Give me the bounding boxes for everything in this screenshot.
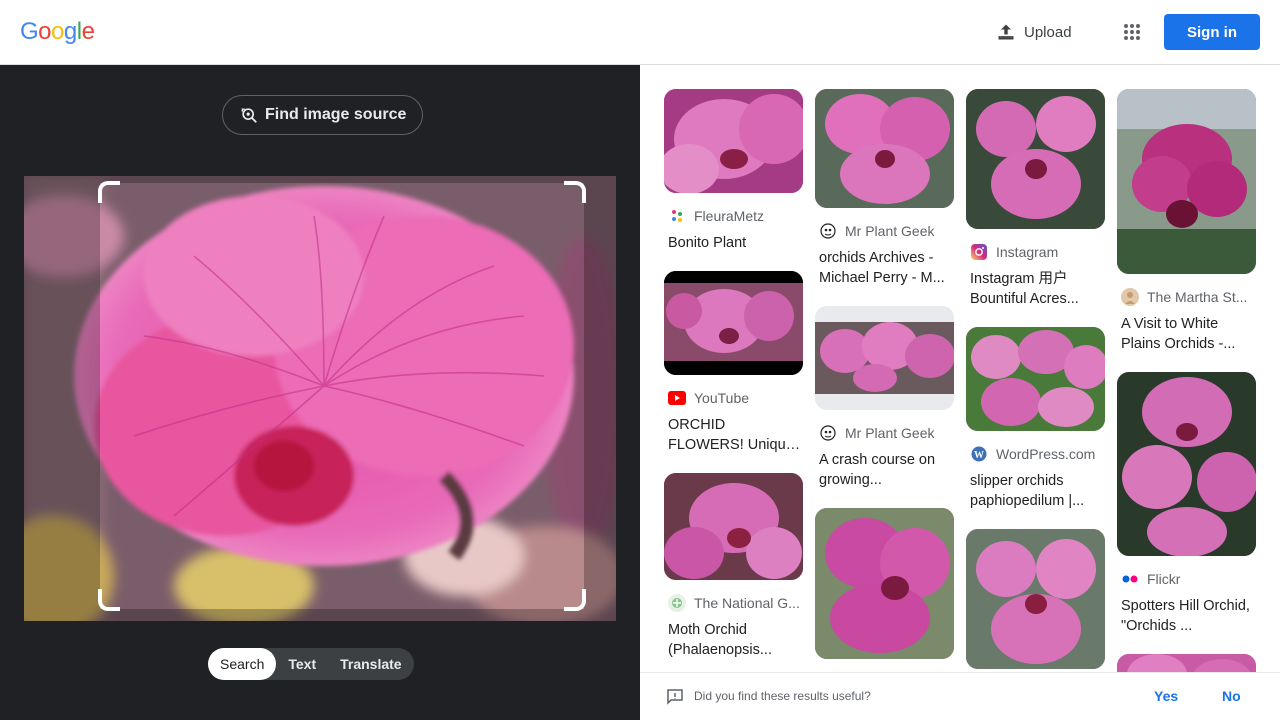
crop-handle-top-left[interactable]: [98, 181, 120, 203]
wordpress-icon: W: [970, 445, 988, 463]
result-card[interactable]: Flickr Spotters Hill Orchid, "Orchids ..…: [1117, 372, 1256, 636]
result-title: A crash course on growing...: [819, 452, 936, 488]
crop-handle-bottom-right[interactable]: [564, 589, 586, 611]
result-source: The Martha St...: [1147, 289, 1248, 305]
youtube-icon: [668, 389, 686, 407]
apps-grid-icon: [1124, 24, 1140, 40]
results-column: Instagram Instagram 用户 Bountiful Acres..…: [966, 89, 1105, 672]
tab-translate[interactable]: Translate: [328, 648, 413, 680]
results-column: FleuraMetz Bonito Plant YouTube ORCHID F…: [664, 89, 803, 672]
martha-stewart-icon: [1121, 288, 1139, 306]
results-column: Mr Plant Geek orchids Archives - Michael…: [815, 89, 954, 672]
result-card[interactable]: W WordPress.com slipper orchids paphiope…: [966, 327, 1105, 511]
top-bar: Google Upload Sign in: [0, 0, 1280, 65]
feedback-bar: Did you find these results useful? Yes N…: [640, 672, 1280, 720]
result-thumbnail: [664, 473, 803, 580]
mr-plant-geek-icon: [819, 424, 837, 442]
tab-search[interactable]: Search: [208, 648, 277, 680]
lens-search-icon: [241, 108, 257, 123]
result-title: Bonito Plant: [668, 235, 747, 251]
result-card[interactable]: [1117, 654, 1256, 672]
logo-letter: e: [81, 18, 95, 45]
national-garden-icon: [668, 594, 686, 612]
result-card[interactable]: YouTube ORCHID FLOWERS! Unique! - YouTub…: [664, 271, 803, 455]
apps-button[interactable]: [1114, 14, 1150, 50]
instagram-icon: [970, 243, 988, 261]
result-title: Instagram 用户 Bountiful Acres...: [970, 271, 1079, 307]
result-card[interactable]: [815, 508, 954, 659]
result-thumbnail: [815, 89, 954, 208]
crop-selection[interactable]: [98, 181, 586, 611]
flickr-icon: [1121, 570, 1139, 588]
feedback-no-button[interactable]: No: [1222, 688, 1241, 704]
result-card[interactable]: FleuraMetz Bonito Plant: [664, 89, 803, 253]
result-thumbnail: [664, 271, 803, 375]
result-thumbnail: [966, 89, 1105, 229]
result-title: ORCHID FLOWERS! Unique! - YouTube: [668, 417, 798, 453]
result-card[interactable]: [966, 529, 1105, 669]
result-thumbnail: [1117, 372, 1256, 556]
feedback-question: Did you find these results useful?: [694, 689, 871, 703]
result-thumbnail: [966, 529, 1105, 669]
crop-handle-bottom-left[interactable]: [98, 589, 120, 611]
tab-text[interactable]: Text: [276, 648, 328, 680]
svg-text:W: W: [974, 450, 984, 461]
result-card[interactable]: Mr Plant Geek A crash course on growing.…: [815, 306, 954, 490]
crop-handle-top-right[interactable]: [564, 181, 586, 203]
upload-label: Upload: [1024, 23, 1072, 41]
logo-letter: G: [20, 18, 39, 45]
result-thumbnail: [664, 89, 803, 193]
sign-in-button[interactable]: Sign in: [1164, 14, 1260, 50]
result-card[interactable]: Mr Plant Geek orchids Archives - Michael…: [815, 89, 954, 288]
result-thumbnail: [815, 508, 954, 659]
visual-matches-panel: FleuraMetz Bonito Plant YouTube ORCHID F…: [640, 65, 1280, 672]
result-source: YouTube: [694, 390, 750, 406]
result-source: FleuraMetz: [694, 208, 765, 224]
result-source: Mr Plant Geek: [845, 425, 935, 441]
fleurametz-icon: [668, 207, 686, 225]
result-title: Spotters Hill Orchid, "Orchids ...: [1121, 598, 1250, 634]
result-card[interactable]: The Martha St... A Visit to White Plains…: [1117, 89, 1256, 354]
feedback-icon: [667, 689, 683, 705]
find-image-source-label: Find image source: [265, 106, 407, 123]
upload-button[interactable]: Upload: [984, 14, 1084, 50]
google-logo[interactable]: Google: [20, 18, 95, 46]
result-thumbnail: [966, 327, 1105, 431]
mr-plant-geek-icon: [819, 222, 837, 240]
result-source: Flickr: [1147, 571, 1181, 587]
result-source: WordPress.com: [996, 446, 1096, 462]
results-column: The Martha St... A Visit to White Plains…: [1117, 89, 1256, 672]
upload-icon: [998, 24, 1014, 40]
lens-mode-tabs: Search Text Translate: [208, 648, 414, 680]
result-source: Mr Plant Geek: [845, 223, 935, 239]
result-source: The National G...: [694, 595, 800, 611]
logo-letter: g: [63, 18, 77, 45]
result-thumbnail: [1117, 89, 1256, 274]
result-card[interactable]: Instagram Instagram 用户 Bountiful Acres..…: [966, 89, 1105, 309]
feedback-yes-button[interactable]: Yes: [1154, 688, 1178, 704]
result-title: orchids Archives - Michael Perry - M...: [819, 250, 945, 286]
result-title: slipper orchids paphiopedilum |...: [970, 473, 1085, 509]
logo-letter: o: [38, 18, 52, 45]
lens-image-panel: Find image source Search Text Translate: [0, 65, 640, 720]
find-image-source-button[interactable]: Find image source: [222, 95, 424, 135]
result-thumbnail: [815, 306, 954, 410]
result-thumbnail: [1117, 654, 1256, 672]
result-source: Instagram: [996, 244, 1059, 260]
result-card[interactable]: The National G... Moth Orchid (Phalaenop…: [664, 473, 803, 660]
result-title: A Visit to White Plains Orchids -...: [1121, 316, 1236, 352]
logo-letter: o: [51, 18, 64, 45]
query-image[interactable]: [24, 176, 616, 621]
result-title: Moth Orchid (Phalaenopsis...: [668, 622, 772, 658]
